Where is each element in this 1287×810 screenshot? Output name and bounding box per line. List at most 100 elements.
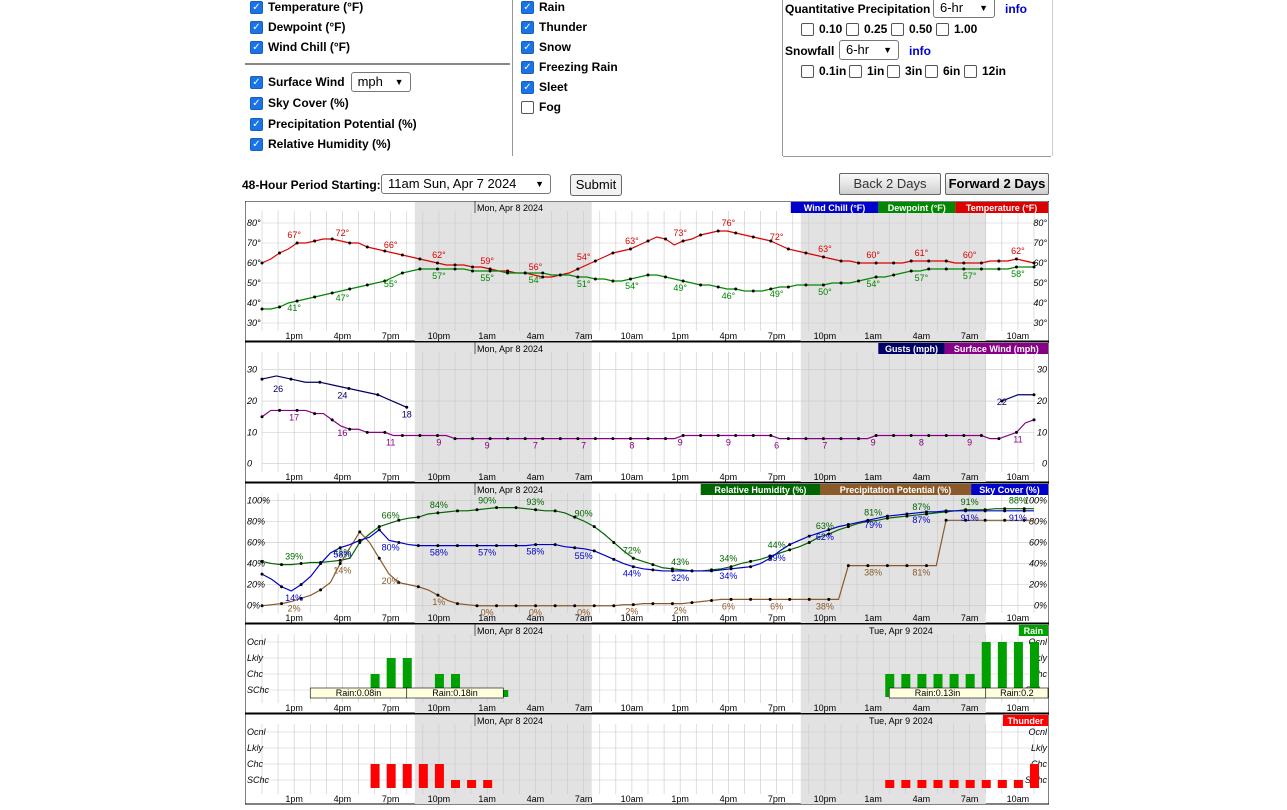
x-tick-label: 7am [961,613,979,623]
qpf-option-2[interactable]: 0.50 [891,22,932,36]
data-point [804,283,808,287]
checkbox-icon[interactable]: ✓ [250,96,263,110]
data-point [514,544,518,548]
data-point [400,271,404,275]
forward-2-days-button[interactable]: Forward 2 Days [945,173,1049,195]
data-point [576,437,580,441]
data-label: 0% [577,608,590,618]
checkbox-icon[interactable]: ✓ [250,40,263,54]
data-point [455,509,459,513]
checkbox-icon[interactable] [925,64,938,78]
submit-button[interactable]: Submit [570,174,622,196]
checkbox-icon[interactable]: ✓ [521,60,534,74]
data-point [506,271,510,275]
data-point [289,377,293,381]
data-point [280,602,284,606]
data-point [319,562,323,566]
checkbox-icon[interactable]: ✓ [250,0,263,14]
qpf-option-0[interactable]: 0.10 [801,22,842,36]
checkbox-sleet[interactable]: ✓ Sleet [521,80,568,94]
snow-option-2[interactable]: 3in [887,64,922,78]
x-tick-label: 1pm [285,331,303,341]
qpf-select[interactable]: 6-hr ▼ [933,0,995,18]
snow-option-3[interactable]: 6in [925,64,960,78]
snow-option-1[interactable]: 1in [849,64,884,78]
checkbox-temperature[interactable]: ✓ Temperature (°F) [250,0,363,14]
checkbox-icon[interactable]: ✓ [250,20,263,34]
checkbox-snow[interactable]: ✓ Snow [521,40,571,54]
x-tick-label: 4am [913,472,931,482]
checkbox-wind-chill[interactable]: ✓ Wind Chill (°F) [250,40,350,54]
x-tick-label: 1am [478,331,496,341]
checkbox-icon[interactable]: ✓ [521,40,534,54]
checkbox-icon[interactable] [891,22,904,36]
data-point [962,434,966,438]
period-select[interactable]: 11am Sun, Apr 7 2024 ▼ [381,174,551,194]
snow-option-4[interactable]: 12in [964,64,1006,78]
checkbox-icon[interactable] [849,64,862,78]
wind-unit-select[interactable]: mph ▼ [350,72,411,92]
data-point [979,267,983,271]
data-label: 55% [575,551,593,561]
y-tick-label: 20% [1028,580,1047,590]
data-point [944,434,948,438]
data-point [909,269,913,273]
forecast-charts: 1pm 4pm 7pm 10pm 1am 4am 7am 10am 1pm 4pm 7pm 10pm 1… [244,200,1050,805]
checkbox-precip-potential[interactable]: ✓ Precipitation Potential (%) [250,117,417,131]
checkbox-icon[interactable]: ✓ [250,137,263,151]
bar [1030,764,1039,788]
data-point [475,508,479,512]
y-tick-label: 0 [247,459,252,469]
data-point [260,604,264,608]
data-label: 58% [526,547,544,557]
checkbox-icon[interactable]: ✓ [521,80,534,94]
checkbox-sky-cover[interactable]: ✓ Sky Cover (%) [250,96,349,110]
checkbox-relative-humidity[interactable]: ✓ Relative Humidity (%) [250,137,391,151]
legend-label: Thunder [1007,716,1043,726]
checkbox-thunder[interactable]: ✓ Thunder [521,20,587,34]
checkbox-icon[interactable] [887,64,900,78]
data-point [690,569,694,573]
checkbox-rain[interactable]: ✓ Rain [521,0,565,14]
qpf-option-3[interactable]: 1.00 [936,22,977,36]
checkbox-icon[interactable]: ✓ [521,0,534,14]
data-point [534,508,538,512]
checkbox-icon[interactable] [964,64,977,78]
checkbox-dewpoint[interactable]: ✓ Dewpoint (°F) [250,20,345,34]
data-point [905,564,909,568]
data-point [299,583,303,587]
data-label: 72% [623,545,641,555]
period-label: 48-Hour Period Starting: [242,178,381,192]
snowfall-select[interactable]: 6-hr ▼ [839,40,899,60]
checkbox-icon[interactable] [801,22,814,36]
data-point [593,277,597,281]
day-label: Mon, Apr 8 2024 [477,485,543,495]
data-point [611,251,615,255]
y-tick-label: SChc [247,685,270,695]
checkbox-freezing-rain[interactable]: ✓ Freezing Rain [521,60,618,74]
qpf-option-1[interactable]: 0.25 [846,22,887,36]
data-point [319,588,323,592]
snowfall-info-link[interactable]: info [909,44,931,58]
data-point [260,307,264,311]
back-2-days-button[interactable]: Back 2 Days [839,173,941,195]
checkbox-icon[interactable] [801,64,814,78]
checkbox-icon[interactable] [521,100,534,114]
checkbox-icon[interactable]: ✓ [521,20,534,34]
data-point [751,289,755,293]
checkbox-icon[interactable] [936,22,949,36]
snow-option-0[interactable]: 0.1in [801,64,846,78]
checkbox-fog[interactable]: Fog [521,100,561,114]
qpf-info-link[interactable]: info [1005,2,1027,16]
checkbox-icon[interactable]: ✓ [250,75,263,89]
chevron-down-icon: ▼ [535,179,544,189]
checkbox-icon[interactable]: ✓ [250,117,263,131]
checkbox-icon[interactable] [846,22,859,36]
y-tick-label: 0 [1042,459,1047,469]
options-column-1: ✓ Temperature (°F) ✓ Dewpoint (°F) ✓ Wind C… [242,0,513,156]
data-point [611,279,615,283]
data-point [418,257,422,261]
checkbox-surface-wind[interactable]: ✓ Surface Wind mph ▼ [250,72,411,92]
y-tick-label: 100% [247,495,270,505]
y-tick-label: Ocnl [247,727,267,737]
